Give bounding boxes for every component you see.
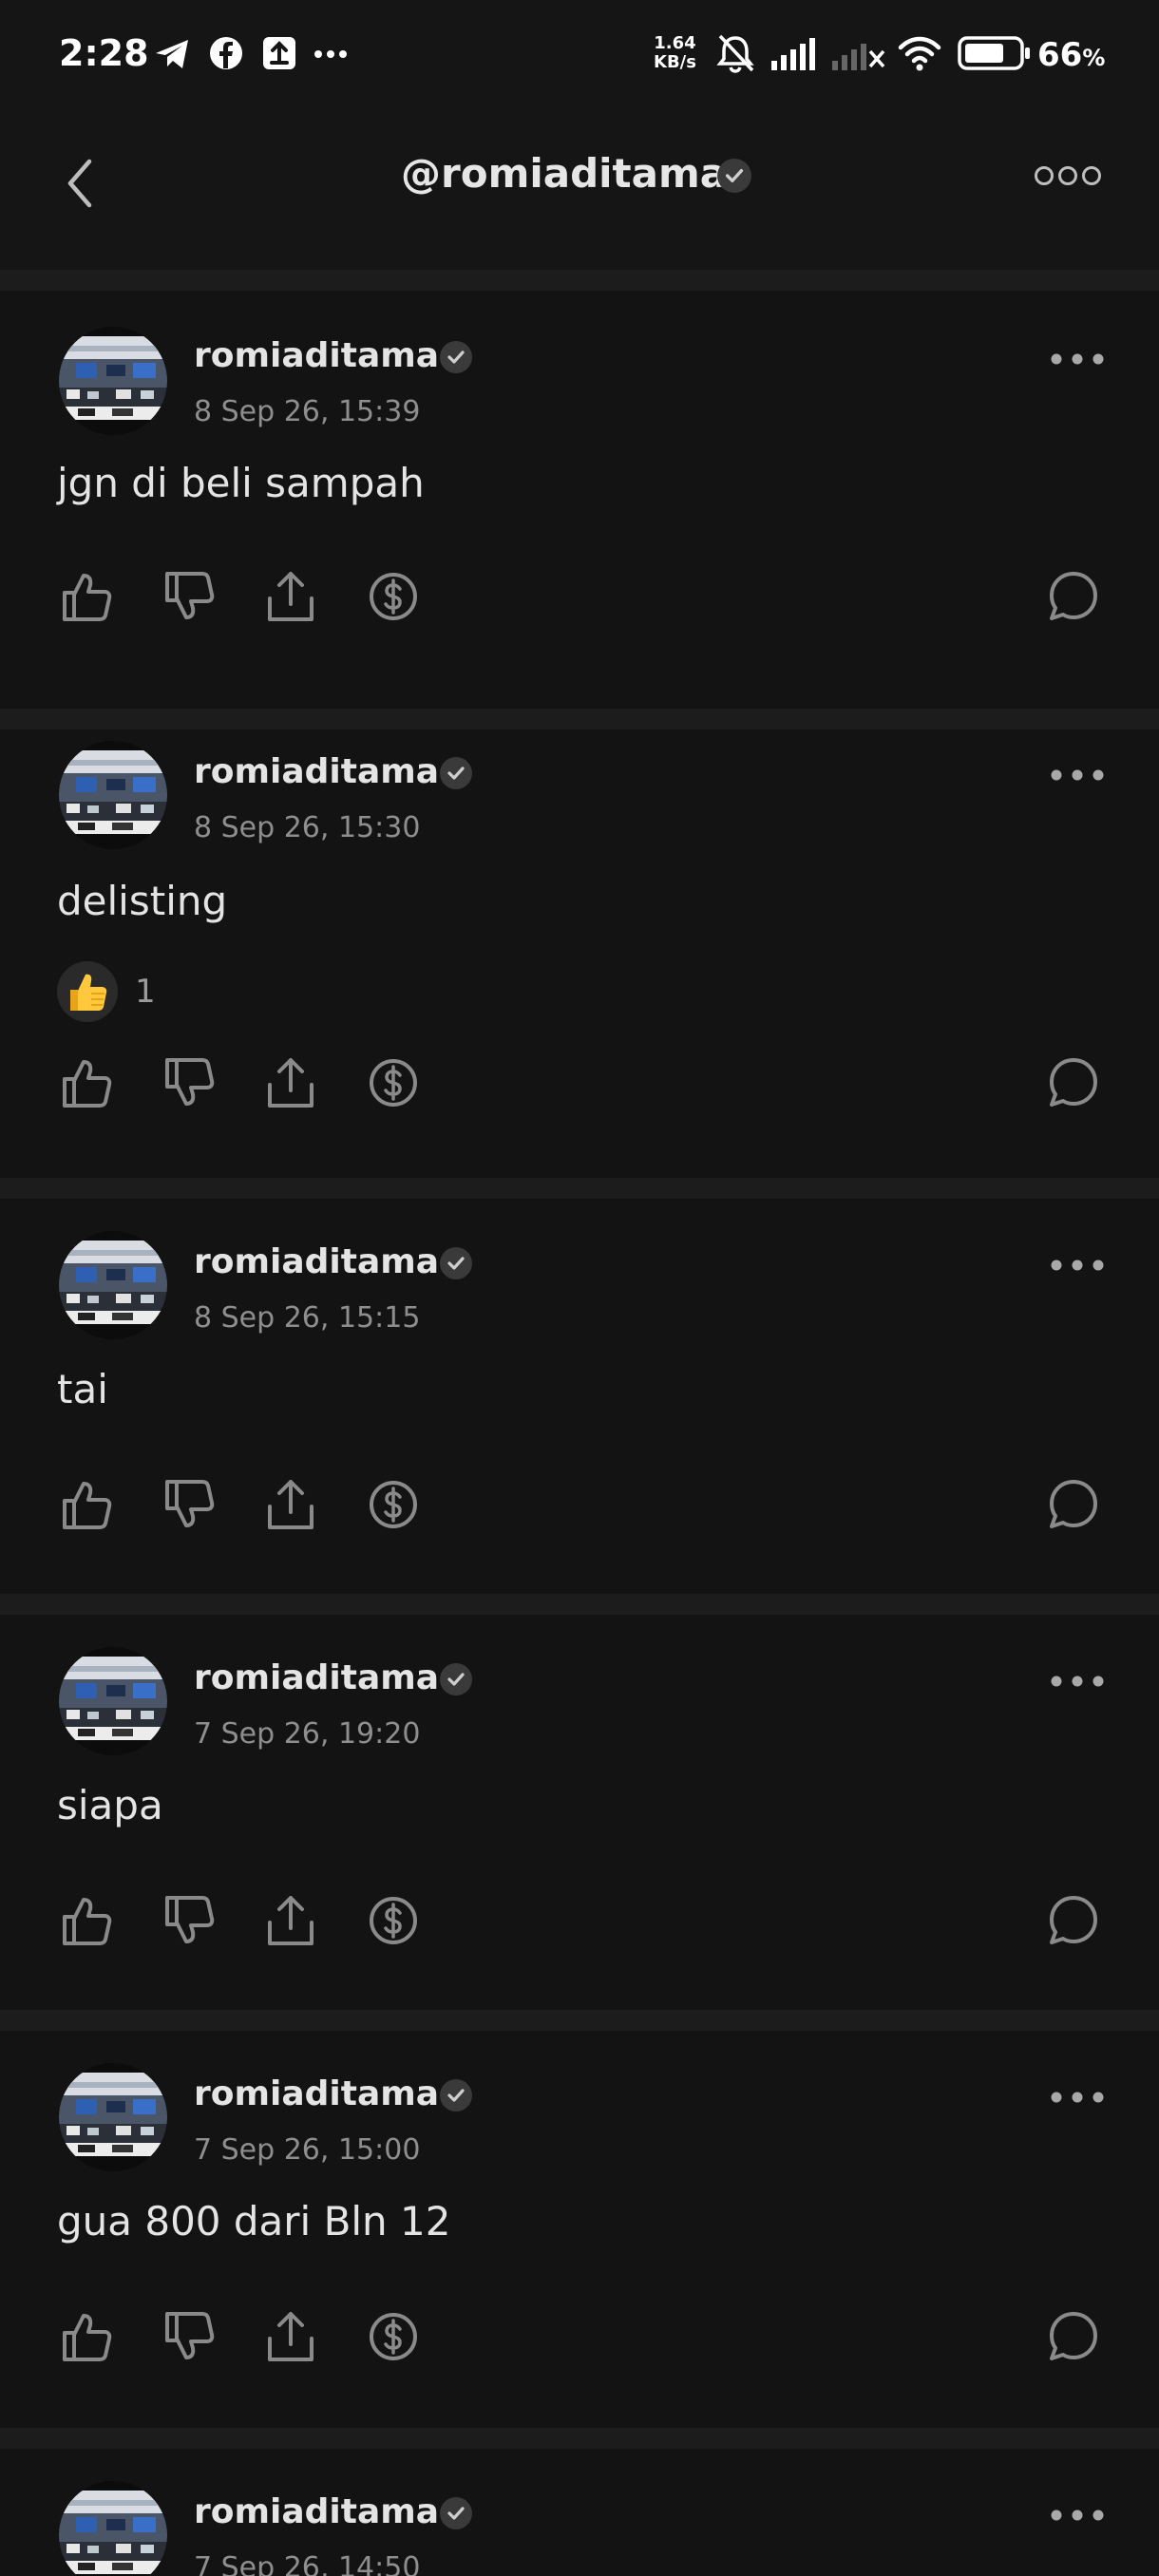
chevron-left-icon[interactable] bbox=[59, 152, 101, 215]
post-date: 8 Sep 26, 15:30 bbox=[194, 811, 421, 844]
like-icon[interactable] bbox=[55, 566, 116, 627]
like-icon[interactable] bbox=[55, 1052, 116, 1113]
post-text: gua 800 dari Bln 12 bbox=[57, 2198, 451, 2245]
thumbs-up-emoji bbox=[57, 961, 118, 1022]
post-username[interactable]: romiaditama bbox=[194, 2074, 439, 2113]
divider bbox=[0, 1594, 1159, 1615]
post-username[interactable]: romiaditama bbox=[194, 752, 439, 791]
share-icon[interactable] bbox=[260, 1052, 321, 1113]
divider bbox=[0, 2010, 1159, 2031]
avatar[interactable] bbox=[59, 2063, 167, 2171]
signal-icon-sim2 bbox=[832, 44, 885, 70]
post-username[interactable]: romiaditama bbox=[194, 1242, 439, 1281]
more-options-icon[interactable] bbox=[1049, 767, 1106, 783]
more-notifications-icon bbox=[314, 50, 347, 58]
comment-icon[interactable] bbox=[1043, 2306, 1104, 2367]
avatar[interactable] bbox=[59, 2481, 167, 2576]
thumbs-up-emoji-icon bbox=[70, 974, 107, 1011]
share-icon[interactable] bbox=[260, 1474, 321, 1535]
tip-dollar-icon[interactable] bbox=[363, 1052, 424, 1113]
dislike-icon[interactable] bbox=[158, 1474, 218, 1535]
post-username[interactable]: romiaditama bbox=[194, 336, 439, 375]
more-options-icon[interactable] bbox=[1049, 1258, 1106, 1273]
post-text: delisting bbox=[57, 878, 228, 924]
facebook-icon bbox=[210, 37, 242, 69]
wifi-icon bbox=[898, 36, 941, 71]
more-options-icon[interactable] bbox=[1049, 2508, 1106, 2523]
battery-unit: % bbox=[1082, 45, 1106, 71]
mute-bell-icon bbox=[716, 34, 754, 73]
post-card[interactable]: romiaditama 7 Sep 26, 19:20 siapa bbox=[0, 1615, 1159, 2010]
post-username[interactable]: romiaditama bbox=[194, 2492, 439, 2531]
status-bar: 2:28 1.64 KB/s 66% bbox=[0, 0, 1159, 114]
comment-icon[interactable] bbox=[1043, 1052, 1104, 1113]
tip-dollar-icon[interactable] bbox=[363, 1890, 424, 1951]
profile-header: @romiaditama bbox=[0, 114, 1159, 270]
divider bbox=[0, 270, 1159, 291]
avatar[interactable] bbox=[59, 1647, 167, 1755]
post-text: tai bbox=[57, 1366, 108, 1412]
divider bbox=[0, 2428, 1159, 2449]
divider bbox=[0, 709, 1159, 729]
page-title: @romiaditama bbox=[401, 150, 728, 197]
battery-value: 66 bbox=[1037, 36, 1083, 74]
share-icon[interactable] bbox=[260, 2306, 321, 2367]
more-options-icon[interactable] bbox=[1049, 1674, 1106, 1689]
net-speed: 1.64 KB/s bbox=[654, 34, 696, 72]
more-options-icon[interactable] bbox=[1049, 2090, 1106, 2105]
post-card[interactable]: romiaditama 7 Sep 26, 15:00 gua 800 dari… bbox=[0, 2031, 1159, 2428]
dislike-icon[interactable] bbox=[158, 1052, 218, 1113]
post-card[interactable]: romiaditama 8 Sep 26, 15:30 delisting 1 bbox=[0, 729, 1159, 1178]
net-speed-unit: KB/s bbox=[654, 52, 696, 72]
post-date: 7 Sep 26, 15:00 bbox=[194, 2133, 421, 2167]
dislike-icon[interactable] bbox=[158, 566, 218, 627]
telegram-icon bbox=[156, 40, 188, 68]
post-date: 8 Sep 26, 15:39 bbox=[194, 395, 421, 428]
comment-icon[interactable] bbox=[1043, 1474, 1104, 1535]
post-date: 7 Sep 26, 19:20 bbox=[194, 1717, 421, 1751]
verified-badge-icon bbox=[439, 2496, 473, 2530]
verified-badge-icon bbox=[716, 158, 752, 194]
three-circles-icon[interactable] bbox=[1034, 163, 1102, 188]
reaction-count: 1 bbox=[135, 973, 156, 1011]
verified-badge-icon bbox=[439, 756, 473, 790]
post-card[interactable]: romiaditama 8 Sep 26, 15:15 tai bbox=[0, 1199, 1159, 1594]
verified-badge-icon bbox=[439, 1246, 473, 1280]
comment-icon[interactable] bbox=[1043, 1890, 1104, 1951]
like-icon[interactable] bbox=[55, 2306, 116, 2367]
like-icon[interactable] bbox=[55, 1474, 116, 1535]
avatar[interactable] bbox=[59, 1231, 167, 1339]
battery-level: 66% bbox=[1037, 36, 1105, 74]
more-options-icon[interactable] bbox=[1049, 351, 1106, 367]
share-icon[interactable] bbox=[260, 566, 321, 627]
verified-badge-icon bbox=[439, 340, 473, 374]
post-date: 8 Sep 26, 15:15 bbox=[194, 1301, 421, 1335]
like-icon[interactable] bbox=[55, 1890, 116, 1951]
post-text: jgn di beli sampah bbox=[57, 460, 425, 506]
status-time: 2:28 bbox=[59, 32, 149, 74]
avatar[interactable] bbox=[59, 741, 167, 849]
verified-badge-icon bbox=[439, 1662, 473, 1696]
post-card[interactable]: romiaditama 7 Sep 26, 14:50 bbox=[0, 2449, 1159, 2576]
tip-dollar-icon[interactable] bbox=[363, 1474, 424, 1535]
upload-notification-icon bbox=[263, 37, 295, 69]
divider bbox=[0, 1178, 1159, 1199]
comment-icon[interactable] bbox=[1043, 566, 1104, 627]
post-username[interactable]: romiaditama bbox=[194, 1658, 439, 1697]
signal-icon-sim1 bbox=[771, 38, 815, 70]
battery-icon bbox=[958, 36, 1030, 70]
avatar[interactable] bbox=[59, 327, 167, 435]
net-speed-value: 1.64 bbox=[654, 33, 696, 53]
tip-dollar-icon[interactable] bbox=[363, 2306, 424, 2367]
post-date: 7 Sep 26, 14:50 bbox=[194, 2551, 421, 2576]
dislike-icon[interactable] bbox=[158, 1890, 218, 1951]
tip-dollar-icon[interactable] bbox=[363, 566, 424, 627]
dislike-icon[interactable] bbox=[158, 2306, 218, 2367]
verified-badge-icon bbox=[439, 2078, 473, 2112]
share-icon[interactable] bbox=[260, 1890, 321, 1951]
post-card[interactable]: romiaditama 8 Sep 26, 15:39 jgn di beli … bbox=[0, 291, 1159, 709]
post-text: siapa bbox=[57, 1782, 163, 1828]
